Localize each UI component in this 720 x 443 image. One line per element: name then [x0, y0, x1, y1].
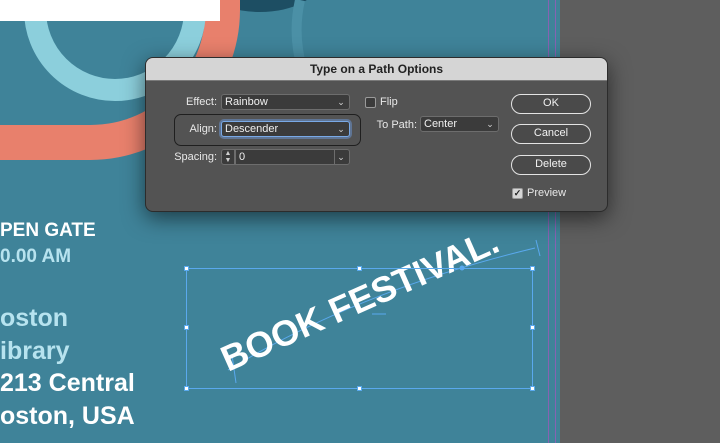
poster-line-4[interactable]: ibrary: [0, 337, 69, 366]
white-bar: [0, 0, 220, 21]
align-label: Align:: [189, 123, 217, 135]
poster-line-5[interactable]: 213 Central: [0, 369, 135, 398]
poster-line-2[interactable]: 0.00 AM: [0, 246, 71, 268]
cancel-button[interactable]: Cancel: [511, 124, 591, 144]
spacing-label: Spacing:: [174, 151, 217, 163]
path-end-marker[interactable]: [535, 239, 541, 257]
stepper-icon[interactable]: ▲ ▼: [221, 149, 235, 165]
spacing-value: 0: [239, 151, 246, 163]
handle-bottom-right[interactable]: [530, 386, 535, 391]
handle-top-left[interactable]: [184, 266, 189, 271]
align-dropdown[interactable]: Descender ⌄: [221, 121, 350, 137]
poster-line-1[interactable]: PEN GATE: [0, 220, 96, 242]
to-path-dropdown[interactable]: Center ⌄: [420, 116, 499, 132]
poster-line-6[interactable]: oston, USA: [0, 402, 135, 431]
chevron-down-icon: ⌄: [334, 150, 347, 164]
selection-frame[interactable]: [184, 266, 535, 391]
align-value: Descender: [225, 123, 279, 135]
checkmark-icon: ✓: [513, 188, 522, 198]
preview-label: Preview: [527, 187, 567, 199]
handle-middle-left[interactable]: [184, 325, 189, 330]
handle-bottom-left[interactable]: [184, 386, 189, 391]
handle-bottom-middle[interactable]: [357, 386, 362, 391]
handle-top-right[interactable]: [530, 266, 535, 271]
chevron-down-icon: ⌄: [486, 119, 494, 129]
effect-dropdown[interactable]: Rainbow ⌄: [221, 94, 350, 110]
flip-label: Flip: [380, 96, 398, 108]
delete-button[interactable]: Delete: [511, 155, 591, 175]
effect-label: Effect:: [186, 96, 217, 108]
chevron-down-icon: ⌄: [337, 124, 345, 134]
ok-button[interactable]: OK: [511, 94, 591, 114]
handle-top-middle[interactable]: [357, 266, 362, 271]
flip-checkbox[interactable]: [365, 97, 376, 108]
handle-middle-right[interactable]: [530, 325, 535, 330]
to-path-label: To Path:: [376, 119, 417, 131]
chevron-down-icon: ⌄: [337, 97, 345, 107]
type-on-path-dialog: Type on a Path Options Effect: Rainbow ⌄…: [145, 57, 608, 212]
to-path-value: Center: [424, 118, 458, 130]
dialog-title: Type on a Path Options: [146, 58, 607, 81]
preview-checkbox[interactable]: ✓: [512, 188, 523, 199]
effect-value: Rainbow: [225, 96, 268, 108]
poster-line-3[interactable]: oston: [0, 304, 68, 333]
spacing-field[interactable]: 0 ⌄: [235, 149, 350, 165]
